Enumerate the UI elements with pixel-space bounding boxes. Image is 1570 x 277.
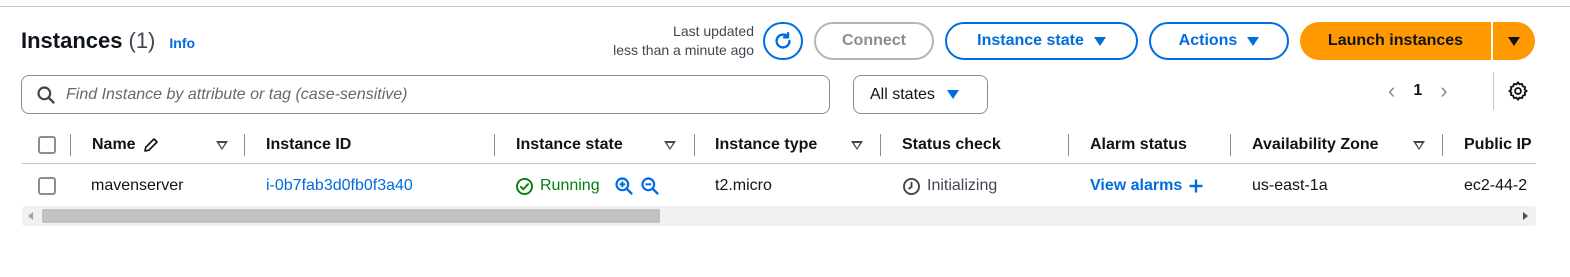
caret-down-icon [1508, 36, 1520, 46]
sort-icon[interactable] [664, 141, 676, 150]
column-header-alarm-status[interactable]: Alarm status [1090, 126, 1187, 164]
cell-instance-id-link[interactable]: i-0b7fab3d0fb0f3a40 [266, 166, 413, 206]
column-separator[interactable] [494, 134, 495, 156]
select-all-checkbox-cell [38, 126, 56, 164]
search-icon [37, 85, 55, 104]
page-header: Instances (1) Info [21, 28, 195, 54]
cell-public-ip: ec2-44-2 [1464, 177, 1528, 194]
column-header-name[interactable]: Name [92, 126, 160, 164]
caret-down-icon [946, 90, 959, 99]
refresh-icon [775, 32, 791, 49]
column-label: Instance ID [266, 136, 352, 153]
pagination: ‹ 1 › [1388, 76, 1448, 106]
column-separator [70, 134, 71, 156]
last-updated-text: Last updated less than a minute ago [580, 22, 754, 60]
actions-label: Actions [1178, 32, 1238, 49]
scroll-right-icon[interactable] [1523, 212, 1528, 220]
last-updated-value: less than a minute ago [613, 42, 754, 58]
actions-button[interactable]: Actions [1149, 22, 1289, 60]
horizontal-scrollbar[interactable] [22, 206, 1536, 226]
sort-icon[interactable] [851, 141, 863, 150]
column-separator[interactable] [1442, 134, 1443, 156]
table-header: Name Instance ID Instance state Instance… [22, 126, 1536, 164]
state-filter-value: All states [870, 85, 935, 103]
column-separator[interactable] [880, 134, 881, 156]
cell-instance-state: Running [515, 166, 660, 206]
cell-availability-zone: us-east-1a [1252, 177, 1328, 194]
info-link[interactable]: Info [169, 35, 195, 51]
zoom-in-icon[interactable] [614, 176, 634, 196]
column-header-status-check[interactable]: Status check [902, 126, 1001, 164]
last-updated-label: Last updated [673, 23, 754, 39]
clock-icon [903, 177, 920, 195]
instance-state-value: Running [540, 177, 600, 194]
instance-count: (1) [128, 28, 156, 53]
column-header-instance-state[interactable]: Instance state [516, 126, 623, 164]
column-label: Alarm status [1090, 136, 1187, 153]
column-separator[interactable] [244, 134, 245, 156]
state-filter-select[interactable]: All states [853, 75, 988, 114]
column-label: Name [92, 136, 136, 153]
top-divider [0, 6, 1570, 7]
column-separator[interactable] [1068, 134, 1069, 156]
column-header-instance-id[interactable]: Instance ID [266, 126, 351, 164]
column-label: Instance type [715, 136, 818, 153]
launch-instances-split-button: Launch instances [1300, 22, 1535, 60]
column-header-public-ip[interactable]: Public IP [1464, 126, 1536, 164]
pagination-divider [1493, 72, 1494, 110]
refresh-button[interactable] [763, 22, 803, 60]
gear-icon[interactable] [1507, 80, 1529, 102]
instance-state-label: Instance state [977, 32, 1084, 49]
zoom-out-icon[interactable] [640, 176, 660, 196]
column-label: Availability Zone [1252, 136, 1379, 153]
launch-instances-label: Launch instances [1327, 32, 1464, 49]
plus-icon [1189, 179, 1203, 193]
check-circle-icon [516, 177, 533, 195]
status-check-value: Initializing [927, 177, 998, 194]
next-page-button[interactable]: › [1440, 78, 1447, 104]
scrollbar-thumb[interactable] [42, 209, 660, 223]
row-checkbox[interactable] [38, 177, 56, 195]
cell-status-check: Initializing [902, 166, 997, 206]
instance-state-button[interactable]: Instance state [945, 22, 1138, 60]
column-label: Public IP [1464, 136, 1532, 153]
edit-pencil-icon [143, 138, 158, 152]
column-header-availability-zone[interactable]: Availability Zone [1252, 126, 1379, 164]
cell-instance-type: t2.micro [715, 177, 772, 194]
current-page[interactable]: 1 [1413, 82, 1422, 100]
scroll-left-icon[interactable] [28, 212, 33, 220]
caret-down-icon [1247, 36, 1260, 46]
connect-button[interactable]: Connect [814, 22, 934, 60]
prev-page-button[interactable]: ‹ [1388, 78, 1395, 104]
column-separator[interactable] [1230, 134, 1231, 156]
sort-icon[interactable] [216, 141, 228, 150]
column-label: Status check [902, 136, 1001, 153]
sort-icon[interactable] [1413, 141, 1425, 150]
select-all-checkbox[interactable] [38, 136, 56, 154]
search-input[interactable] [66, 85, 806, 104]
page-title: Instances [21, 28, 123, 53]
caret-down-icon [1093, 36, 1106, 46]
view-alarms-label: View alarms [1090, 177, 1183, 194]
cell-name: mavenserver [91, 177, 184, 194]
column-separator[interactable] [694, 134, 695, 156]
row-checkbox-cell [38, 166, 56, 206]
search-box [21, 75, 830, 114]
launch-instances-button[interactable]: Launch instances [1300, 22, 1491, 60]
view-alarms-link[interactable]: View alarms [1090, 166, 1204, 206]
column-header-instance-type[interactable]: Instance type [715, 126, 817, 164]
table-row[interactable]: mavenserver i-0b7fab3d0fb0f3a40 Running … [22, 166, 1536, 206]
connect-label: Connect [842, 32, 906, 49]
launch-dropdown-button[interactable] [1493, 22, 1535, 60]
column-label: Instance state [516, 136, 623, 153]
